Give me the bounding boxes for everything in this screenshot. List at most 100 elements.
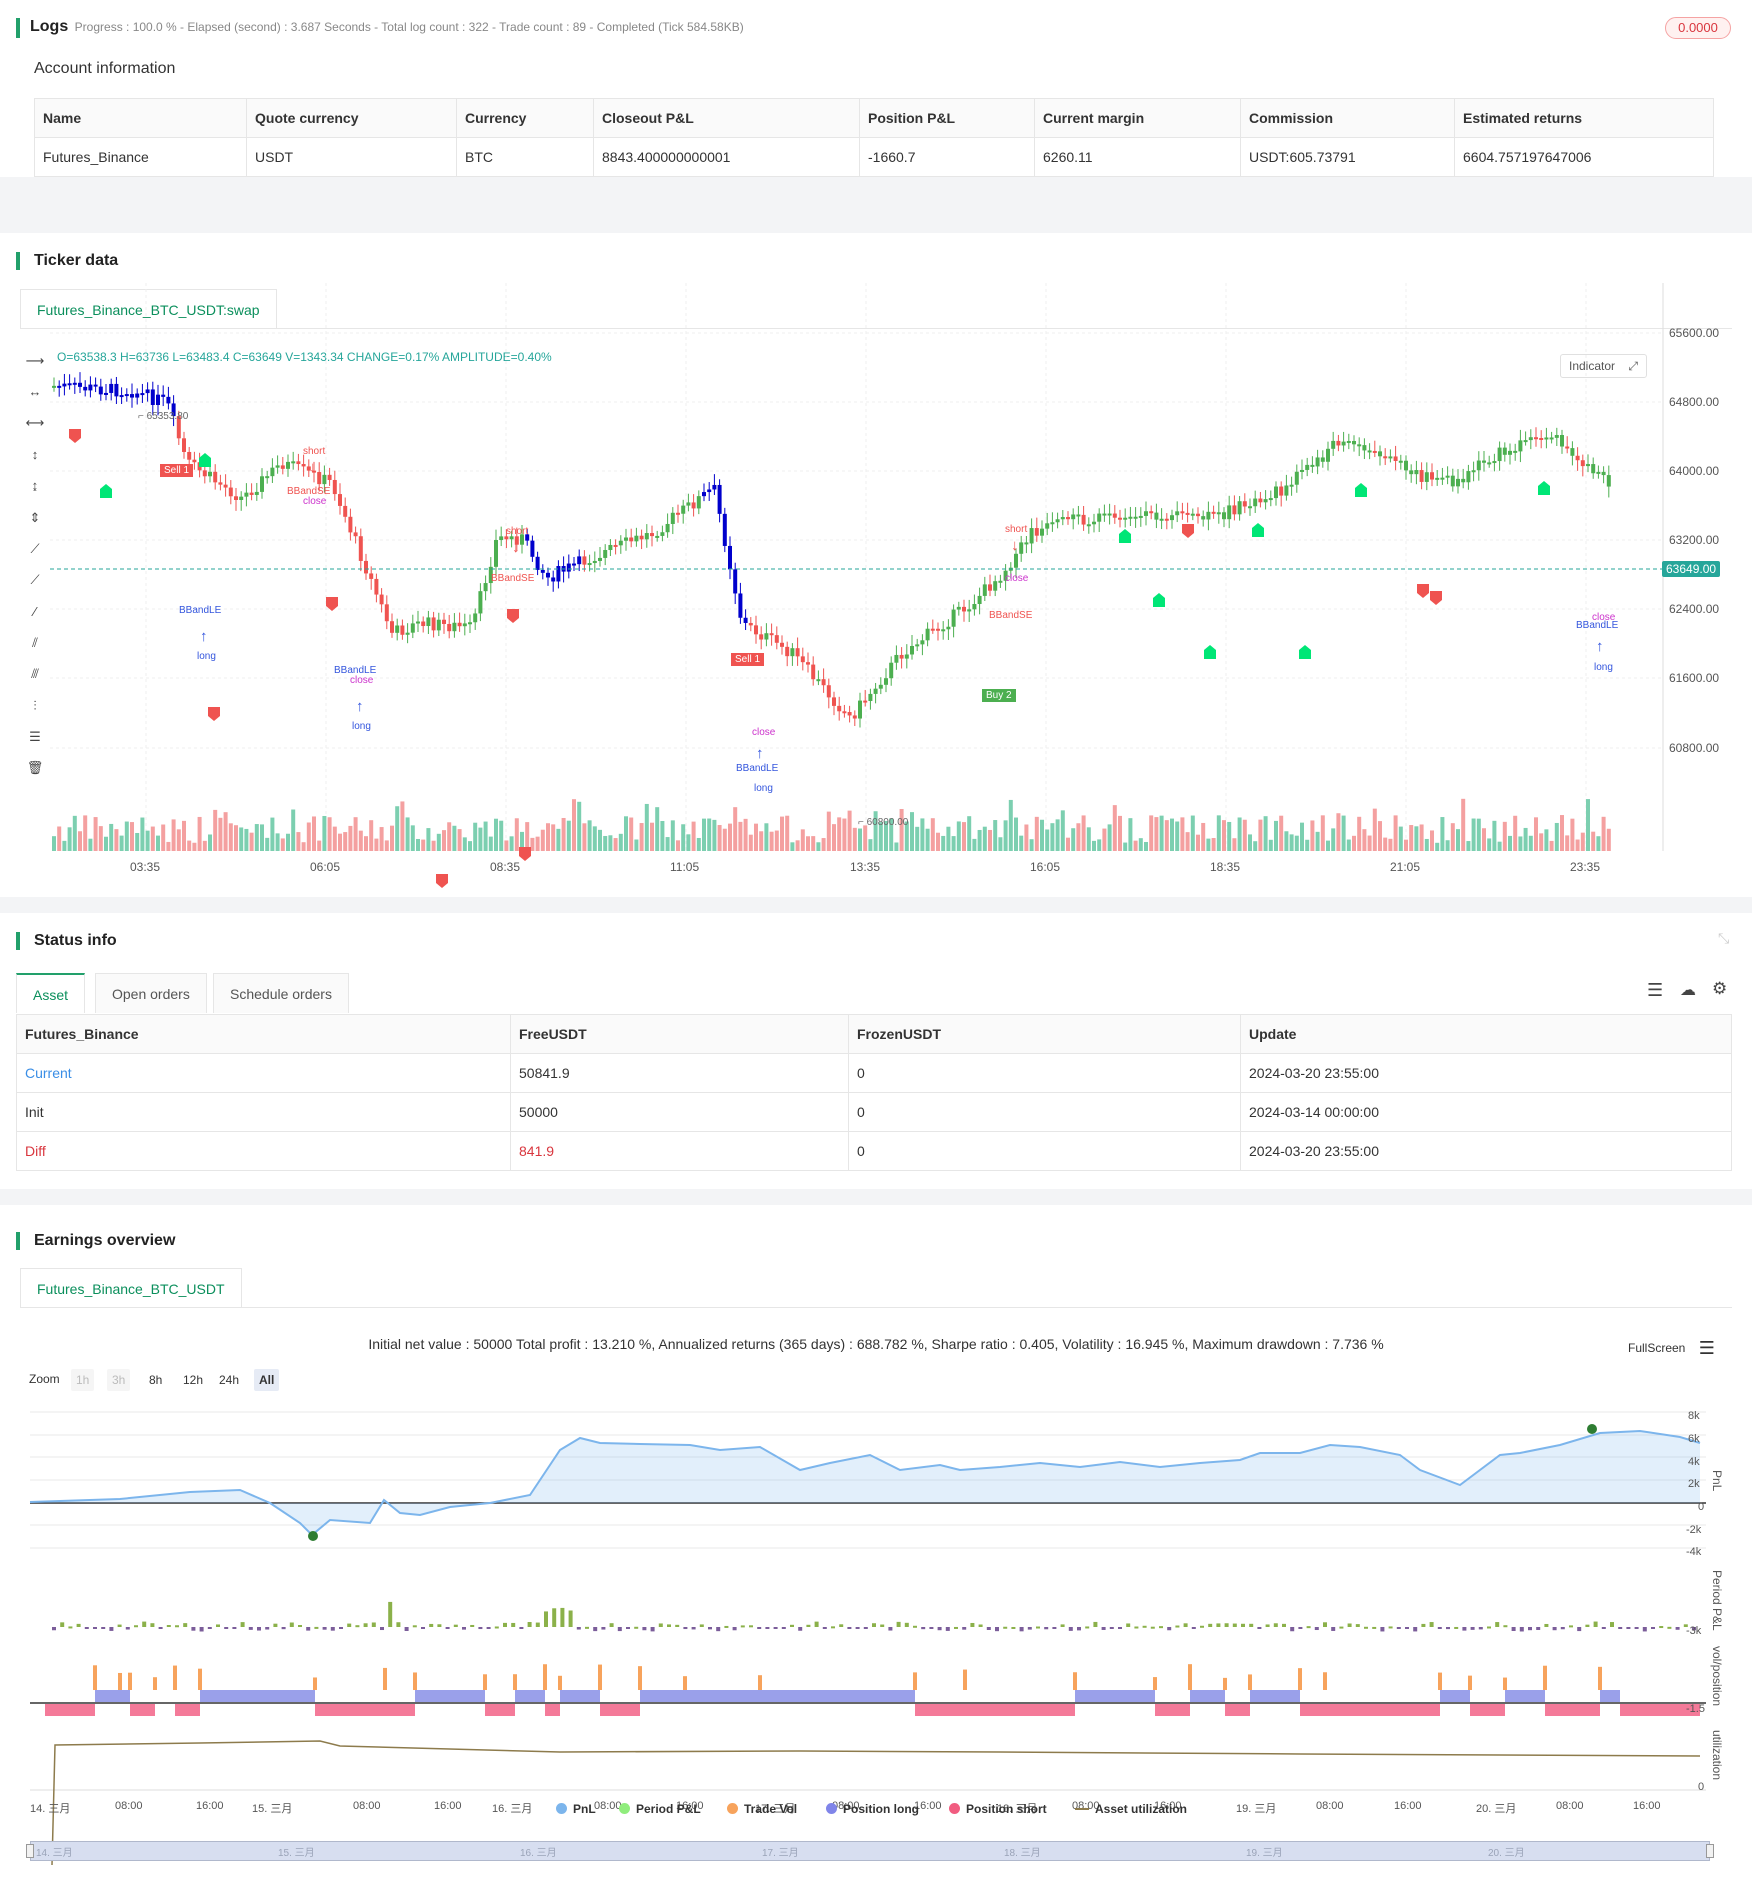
- volume-bar: [863, 825, 868, 851]
- legend-item-position-long[interactable]: Position long: [826, 1802, 919, 1816]
- zoom-1h-button[interactable]: 1h: [71, 1369, 95, 1391]
- table-cell: 2024-03-20 23:55:00: [1240, 1131, 1732, 1171]
- tradevol-dot-icon: [727, 1803, 738, 1814]
- candle-body: [962, 606, 966, 612]
- candle-body: [1461, 478, 1466, 483]
- period-bar: [757, 1627, 762, 1629]
- volume-bar: [670, 820, 675, 851]
- account-cell: BTC: [456, 137, 594, 177]
- candle-body: [338, 494, 342, 506]
- volume-bar: [1513, 815, 1518, 851]
- table-row: Init 50000 0 2024-03-14 00:00:00: [16, 1092, 1732, 1132]
- candle-body: [904, 654, 909, 659]
- candle-body: [1201, 516, 1206, 520]
- zoom-12h-button[interactable]: 12h: [178, 1369, 208, 1391]
- period-bar: [675, 1624, 680, 1627]
- zoom-24h-button[interactable]: 24h: [214, 1369, 244, 1391]
- period-bar: [1618, 1627, 1623, 1629]
- volume-bar: [982, 826, 987, 851]
- legend-item-trade-vol[interactable]: Trade Vol: [727, 1802, 797, 1816]
- legend-item-period-pnl[interactable]: Period P&L: [619, 1802, 701, 1816]
- candle-body: [213, 471, 218, 483]
- time-tick: 23:35: [1570, 860, 1601, 874]
- list-icon[interactable]: ☰: [1647, 980, 1663, 1001]
- collapse-icon[interactable]: ⤡: [1718, 930, 1729, 947]
- zoom-8h-button[interactable]: 8h: [144, 1369, 167, 1391]
- legend-item-pnl[interactable]: PnL: [556, 1802, 596, 1816]
- zoom-all-button[interactable]: All: [254, 1369, 280, 1391]
- candle-body: [494, 540, 498, 567]
- candle-body: [722, 513, 727, 546]
- candle-body: [442, 619, 446, 624]
- time-tick: 18:35: [1210, 860, 1241, 874]
- tab-earnings-symbol[interactable]: Futures_Binance_BTC_USDT: [20, 1268, 242, 1308]
- volume-bar: [686, 834, 691, 851]
- bbandse-label: BBandSE: [491, 573, 535, 584]
- candle-body: [1487, 462, 1492, 465]
- volume-bar: [348, 825, 353, 851]
- tab-asset[interactable]: Asset: [16, 973, 86, 1013]
- volume-bar: [187, 840, 192, 851]
- candle-body: [478, 591, 483, 614]
- candle-body: [878, 684, 883, 689]
- candle-body: [1029, 528, 1034, 544]
- volume-bar: [1092, 840, 1096, 851]
- volume-bar: [894, 842, 899, 851]
- tab-schedule-orders[interactable]: Schedule orders: [213, 973, 349, 1013]
- volume-bar: [1388, 838, 1393, 851]
- volume-bar: [1575, 839, 1580, 851]
- period-bar: [429, 1623, 434, 1627]
- volume-bar: [577, 801, 582, 851]
- volume-bar: [119, 835, 124, 851]
- period-bar: [699, 1624, 704, 1627]
- position-short-bar: [315, 1704, 385, 1716]
- trade-vol-bar: [558, 1675, 562, 1690]
- cloud-download-icon[interactable]: ☁: [1680, 980, 1696, 1000]
- candle-body: [1492, 461, 1497, 464]
- legend-item-position-short[interactable]: Position short: [949, 1802, 1047, 1816]
- period-bar: [52, 1627, 56, 1631]
- candle-body: [327, 474, 332, 480]
- period-bar: [134, 1625, 138, 1628]
- volume-bar: [1341, 815, 1346, 851]
- period-bar: [1150, 1626, 1155, 1629]
- candle-body: [1092, 521, 1096, 525]
- period-bar: [109, 1627, 114, 1631]
- volume-bar: [738, 821, 743, 851]
- volume-bar: [1461, 798, 1466, 851]
- navigator-handle-right[interactable]: [1706, 1844, 1714, 1858]
- volume-bar: [1034, 816, 1039, 851]
- legend-item-asset-utilization[interactable]: Asset utilization: [1075, 1802, 1187, 1816]
- trade-vol-bar: [383, 1667, 387, 1690]
- navigator-handle-left[interactable]: [26, 1844, 34, 1858]
- volume-bar: [306, 822, 311, 851]
- zoom-3h-button[interactable]: 3h: [107, 1369, 131, 1391]
- period-bar: [1183, 1623, 1188, 1627]
- position-long-bar: [1440, 1690, 1470, 1702]
- navigator[interactable]: 14. 三月 15. 三月 16. 三月 17. 三月 18. 三月 19. 三月 20. …: [26, 1841, 1714, 1861]
- candle-body: [587, 563, 592, 566]
- trade-vol-bar: [1153, 1677, 1157, 1690]
- candle-body: [915, 644, 920, 647]
- time-tick: 03:35: [130, 860, 161, 874]
- period-bar: [790, 1624, 794, 1627]
- trade-vol-bar: [1073, 1672, 1077, 1690]
- menu-icon[interactable]: ☰: [1699, 1338, 1715, 1358]
- candle-body: [889, 662, 894, 679]
- gear-icon[interactable]: ⚙: [1712, 979, 1727, 999]
- period-bar: [355, 1625, 360, 1628]
- fullscreen-button[interactable]: FullScreen ☰: [1628, 1338, 1715, 1359]
- period-axis-title: Period P&L: [1710, 1570, 1724, 1631]
- table-cell: 0: [848, 1053, 1241, 1093]
- period-bar: [568, 1610, 573, 1627]
- volume-bar: [494, 818, 498, 851]
- volume-bar: [72, 815, 77, 851]
- volume-bar: [1445, 840, 1450, 851]
- candle-body: [873, 688, 878, 694]
- volume-bar: [1055, 819, 1060, 851]
- zoom-label: Zoom: [29, 1372, 60, 1386]
- candle-body: [1393, 456, 1398, 461]
- trade-vol-bar: [93, 1665, 97, 1690]
- position-long-bar: [685, 1690, 760, 1702]
- tab-open-orders[interactable]: Open orders: [95, 973, 207, 1013]
